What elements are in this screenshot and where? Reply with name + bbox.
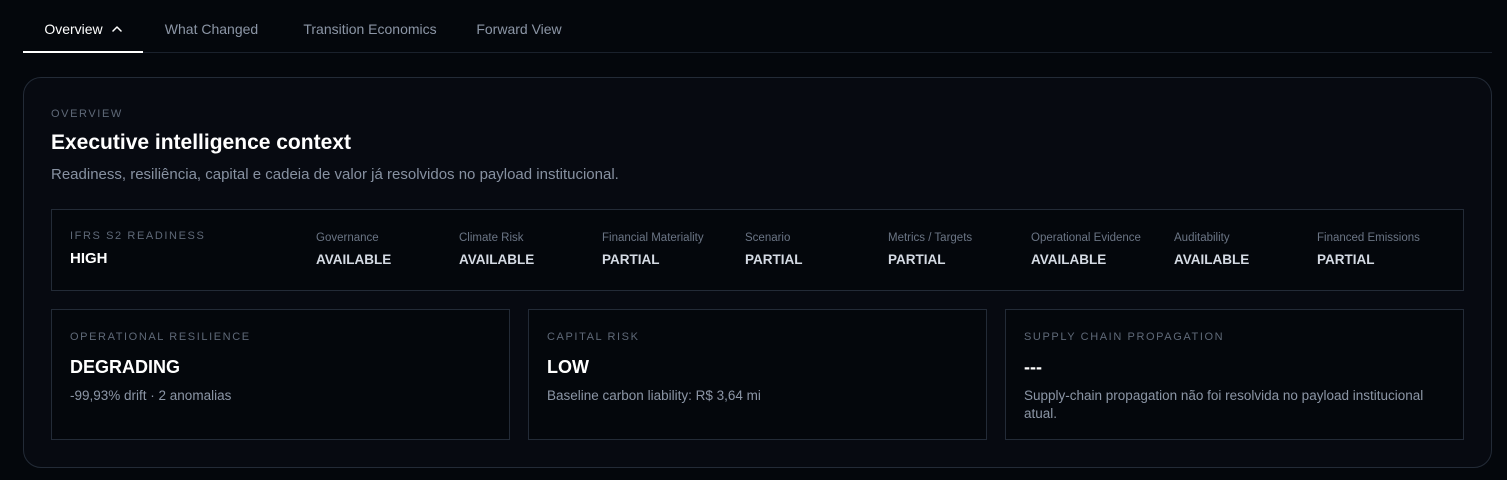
card-value: LOW (547, 357, 589, 377)
tab-forward-view[interactable]: Forward View (460, 6, 578, 52)
readiness-item-governance: Governance AVAILABLE (316, 232, 391, 267)
readiness-item-label: Climate Risk (459, 232, 524, 244)
tab-overview[interactable]: Overview (23, 6, 143, 53)
card-operational-resilience: OPERATIONAL RESILIENCE DEGRADING -99,93%… (51, 309, 510, 440)
card-value: --- (1024, 357, 1042, 377)
card-description: Baseline carbon liability: R$ 3,64 mi (547, 388, 761, 403)
readiness-item-value: PARTIAL (745, 252, 803, 267)
card-description: Supply-chain propagation não foi resolvi… (1024, 388, 1424, 421)
readiness-item-value: AVAILABLE (1031, 252, 1107, 267)
readiness-value: HIGH (70, 250, 108, 267)
tab-bar: Overview What Changed Transition Economi… (23, 6, 1492, 53)
tab-transition-economics-label: Transition Economics (303, 21, 437, 37)
tab-forward-view-label: Forward View (476, 21, 562, 37)
readiness-item-label: Scenario (745, 232, 791, 244)
readiness-item-label: Operational Evidence (1031, 232, 1141, 244)
card-label: CAPITAL RISK (547, 331, 640, 343)
readiness-item-label: Financial Materiality (602, 232, 704, 244)
readiness-item-operational-evidence: Operational Evidence AVAILABLE (1031, 232, 1141, 267)
readiness-item-label: Governance (316, 232, 379, 244)
readiness-item-value: AVAILABLE (459, 252, 535, 267)
chevron-up-icon (111, 25, 122, 32)
readiness-item-metrics-targets: Metrics / Targets PARTIAL (888, 232, 972, 267)
tab-overview-label: Overview (44, 20, 103, 37)
readiness-item-financed-emissions: Financed Emissions PARTIAL (1317, 232, 1420, 267)
card-label: OPERATIONAL RESILIENCE (70, 331, 251, 343)
readiness-item-value: AVAILABLE (1174, 252, 1250, 267)
readiness-item-label: Auditability (1174, 232, 1230, 244)
readiness-item-value: PARTIAL (888, 252, 946, 267)
readiness-item-climate-risk: Climate Risk AVAILABLE (459, 232, 534, 267)
card-description: -99,93% drift · 2 anomalias (70, 388, 232, 403)
readiness-label: IFRS S2 READINESS (70, 230, 206, 242)
readiness-summary: IFRS S2 READINESS HIGH (70, 230, 205, 267)
readiness-item-value: AVAILABLE (316, 252, 392, 267)
card-label: SUPPLY CHAIN PROPAGATION (1024, 331, 1225, 343)
readiness-item-scenario: Scenario PARTIAL (745, 232, 803, 267)
readiness-item-auditability: Auditability AVAILABLE (1174, 232, 1249, 267)
readiness-item-value: PARTIAL (602, 252, 660, 267)
card-capital-risk: CAPITAL RISK LOW Baseline carbon liabili… (528, 309, 987, 440)
readiness-item-value: PARTIAL (1317, 252, 1375, 267)
tab-transition-economics[interactable]: Transition Economics (280, 6, 460, 52)
tab-what-changed-label: What Changed (164, 21, 259, 37)
card-supply-chain-propagation: SUPPLY CHAIN PROPAGATION --- Supply-chai… (1005, 309, 1464, 440)
section-eyebrow: OVERVIEW (51, 108, 123, 120)
readiness-item-label: Metrics / Targets (888, 232, 973, 244)
overview-panel: OVERVIEW Executive intelligence context … (23, 77, 1492, 468)
readiness-item-label: Financed Emissions (1317, 232, 1420, 244)
card-value: DEGRADING (70, 357, 181, 377)
ifrs-readiness-strip: IFRS S2 READINESS HIGH Governance AVAILA… (51, 209, 1464, 291)
tab-what-changed[interactable]: What Changed (143, 6, 280, 52)
section-title: Executive intelligence context (51, 131, 351, 154)
section-subtitle: Readiness, resiliência, capital e cadeia… (51, 166, 619, 183)
readiness-item-financial-materiality: Financial Materiality PARTIAL (602, 232, 704, 267)
